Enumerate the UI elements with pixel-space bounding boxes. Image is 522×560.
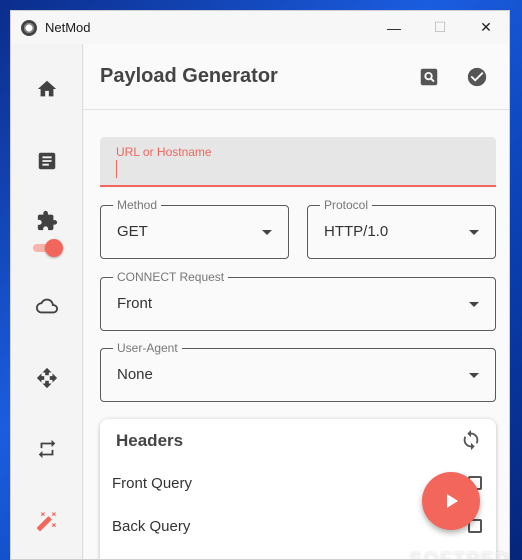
plugin-toggle[interactable] [33,239,63,257]
protocol-value: HTTP/1.0 [324,223,389,240]
maximize-button[interactable]: ☐ [417,11,463,44]
sidebar-item-plugins[interactable] [11,199,83,243]
move-icon [36,367,58,389]
sidebar [11,44,83,559]
watermark: SOFTPEDIA [409,549,510,560]
back-query-label: Back Query [112,518,191,535]
method-value: GET [117,223,148,240]
confirm-button[interactable] [453,57,501,97]
refresh-button[interactable] [460,429,482,451]
sidebar-item-generator[interactable] [11,499,83,543]
close-button[interactable]: ✕ [463,11,509,44]
document-icon [38,152,56,170]
app-window: NetMod — ☐ ✕ Payload Generator URL or Ho… [10,10,510,560]
dropdown-arrow-icon [469,373,479,378]
sidebar-item-logs[interactable] [11,139,83,183]
sidebar-item-cloud[interactable] [11,284,83,328]
repeat-icon [38,439,56,459]
sidebar-item-home[interactable] [11,67,83,111]
cloud-icon [36,298,58,314]
url-input[interactable]: URL or Hostname [100,137,496,187]
refresh-icon [463,429,479,451]
magic-wand-icon [36,511,57,532]
text-caret [116,160,117,178]
protocol-label: Protocol [320,198,373,212]
connect-request-value: Front [117,295,153,312]
user-agent-label: User-Agent [113,341,182,355]
generate-button[interactable] [422,472,480,530]
dropdown-arrow-icon [469,230,479,235]
title-bar[interactable]: NetMod — ☐ ✕ [11,11,509,44]
protocol-select[interactable]: Protocol HTTP/1.0 [307,198,496,259]
home-icon [37,80,57,97]
method-select[interactable]: Method GET [100,198,289,259]
sidebar-item-move[interactable] [11,356,83,400]
connect-request-select[interactable]: CONNECT Request Front [100,270,496,331]
toggle-knob [45,239,63,257]
puzzle-icon [37,210,58,231]
main-panel: Payload Generator URL or Hostname Method… [84,44,510,560]
check-circle-icon [467,67,487,86]
page-header: Payload Generator [84,44,509,110]
app-logo-icon [21,19,37,36]
header-actions [405,57,501,97]
front-query-label: Front Query [112,475,193,492]
method-label: Method [113,198,162,212]
search-icon [420,68,438,85]
dropdown-arrow-icon [469,302,479,307]
url-input-label: URL or Hostname [116,145,212,159]
user-agent-value: None [117,366,153,383]
connect-request-label: CONNECT Request [113,270,229,284]
dropdown-arrow-icon [262,230,272,235]
window-title: NetMod [45,20,91,35]
minimize-button[interactable]: — [371,11,417,44]
sidebar-item-repeat[interactable] [11,427,83,471]
window-controls: — ☐ ✕ [371,11,509,44]
page-title: Payload Generator [100,65,278,87]
headers-title: Headers [116,431,184,450]
search-button[interactable] [405,57,453,97]
play-icon [447,494,458,508]
user-agent-select[interactable]: User-Agent None [100,341,496,402]
